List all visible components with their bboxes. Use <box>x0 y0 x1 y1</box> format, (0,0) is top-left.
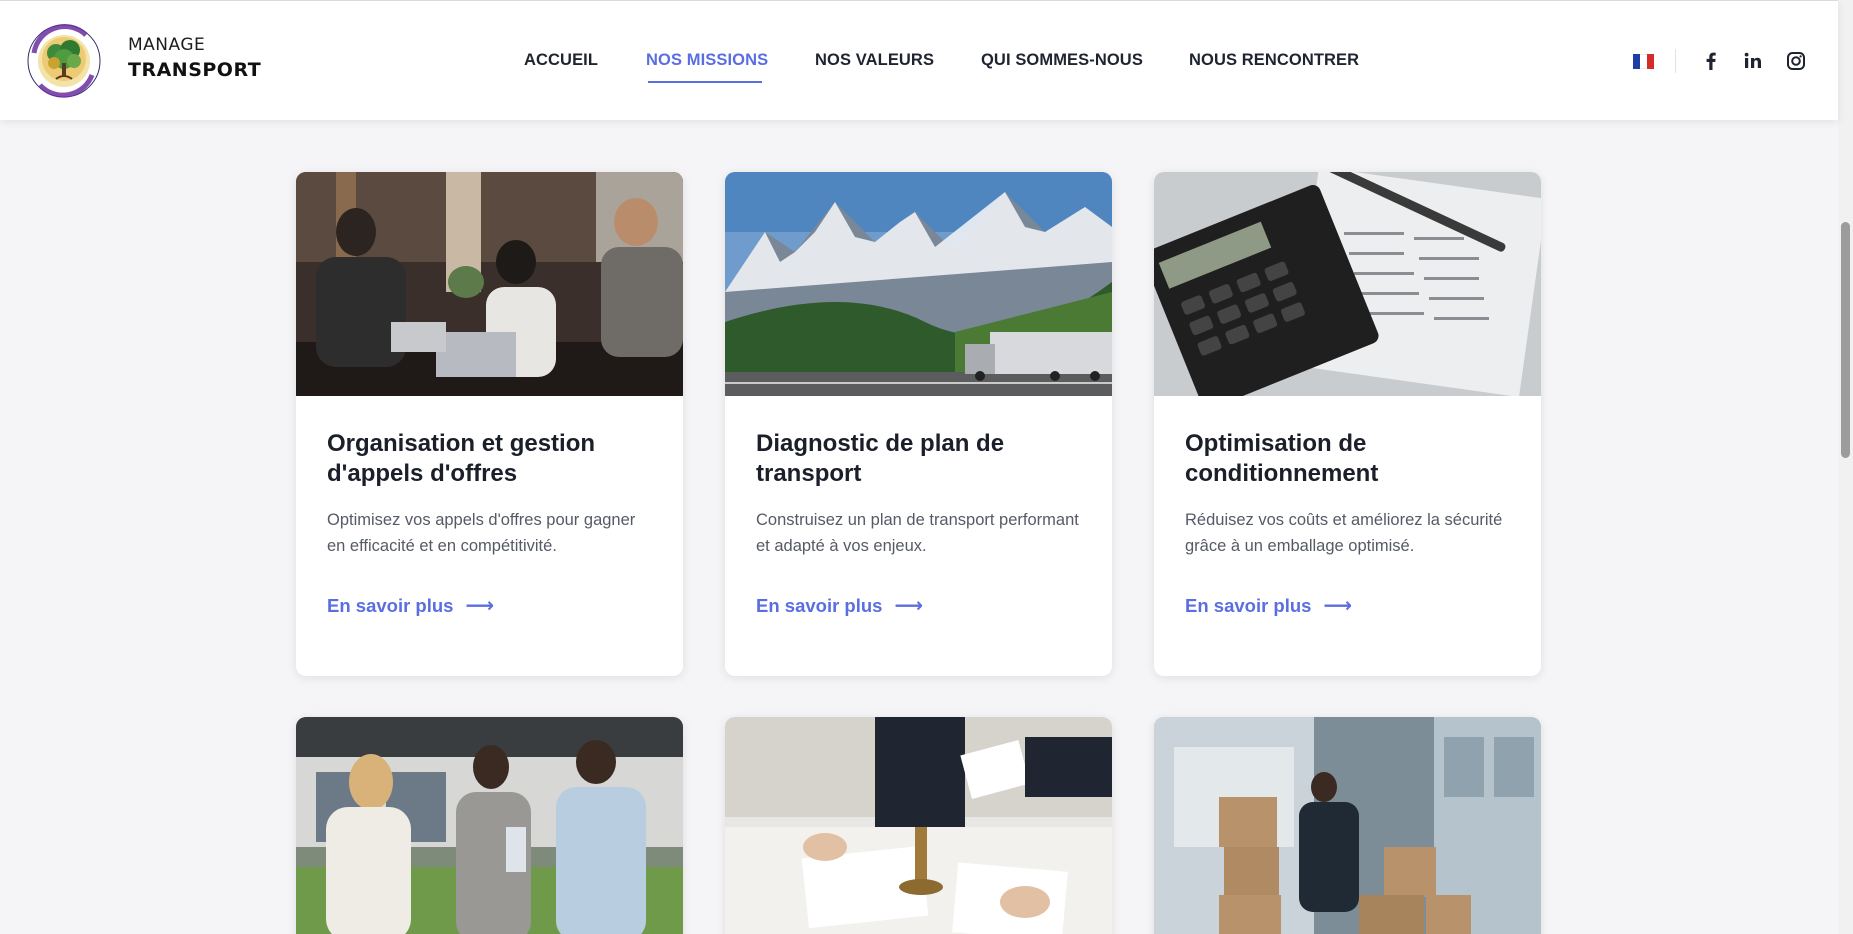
card-title: Diagnostic de plan de transport <box>756 430 1005 487</box>
nav-item-qui-sommes-nous[interactable]: QUI SOMMES-NOUS <box>981 51 1143 70</box>
contract-signing-photo <box>725 717 1112 934</box>
card-description: Réduisez vos coûts et améliorez la sécur… <box>1185 511 1503 555</box>
mission-card: Optimisation de conditionnement Réduisez… <box>1154 172 1541 676</box>
header-divider <box>1675 49 1676 73</box>
arrow-right-icon: ⟶ <box>465 595 495 617</box>
site-header: MANAGE TRANSPORT ACCUEIL NOS MISSIONS NO… <box>0 0 1838 120</box>
learn-more-link[interactable]: En savoir plus ⟶ <box>1185 595 1352 617</box>
card-title: Organisation et gestion d'appels d'offre… <box>327 430 596 487</box>
nav-item-nos-valeurs[interactable]: NOS VALEURS <box>815 51 934 70</box>
active-nav-underline <box>648 81 762 83</box>
scrollbar-track[interactable] <box>1838 0 1853 934</box>
french-flag-icon[interactable] <box>1633 54 1654 69</box>
learn-more-label: En savoir plus <box>327 595 454 616</box>
card-description: Construisez un plan de transport perform… <box>756 511 1079 555</box>
arrow-right-icon: ⟶ <box>894 595 924 617</box>
learn-more-label: En savoir plus <box>756 595 883 616</box>
learn-more-link[interactable]: En savoir plus ⟶ <box>327 595 494 617</box>
nav-item-accueil[interactable]: ACCUEIL <box>524 51 598 70</box>
instagram-icon[interactable] <box>1785 50 1807 72</box>
main-nav: ACCUEIL NOS MISSIONS NOS VALEURS QUI SOM… <box>0 1 1838 121</box>
facebook-icon[interactable] <box>1700 50 1722 72</box>
scrollbar-thumb[interactable] <box>1841 222 1850 458</box>
team-meeting-laptops-photo <box>296 172 683 396</box>
handshake-meeting-photo <box>296 717 683 934</box>
delivery-van-boxes-photo <box>1154 717 1541 934</box>
nav-item-nos-missions[interactable]: NOS MISSIONS <box>646 51 768 70</box>
linkedin-icon[interactable] <box>1742 50 1764 72</box>
arrow-right-icon: ⟶ <box>1323 595 1353 617</box>
card-title: Optimisation de conditionnement <box>1185 430 1379 487</box>
mission-card: Diagnostic de plan de transport Construi… <box>725 172 1112 676</box>
mission-card: Organisation et gestion d'appels d'offre… <box>296 172 683 676</box>
mountain-truck-photo <box>725 172 1112 396</box>
calculator-documents-photo <box>1154 172 1541 396</box>
mission-card <box>1154 717 1541 934</box>
mission-card <box>296 717 683 934</box>
nav-item-nous-rencontrer[interactable]: NOUS RENCONTRER <box>1189 51 1359 70</box>
learn-more-link[interactable]: En savoir plus ⟶ <box>756 595 923 617</box>
card-description: Optimisez vos appels d'offres pour gagne… <box>327 511 636 555</box>
mission-card <box>725 717 1112 934</box>
learn-more-label: En savoir plus <box>1185 595 1312 616</box>
